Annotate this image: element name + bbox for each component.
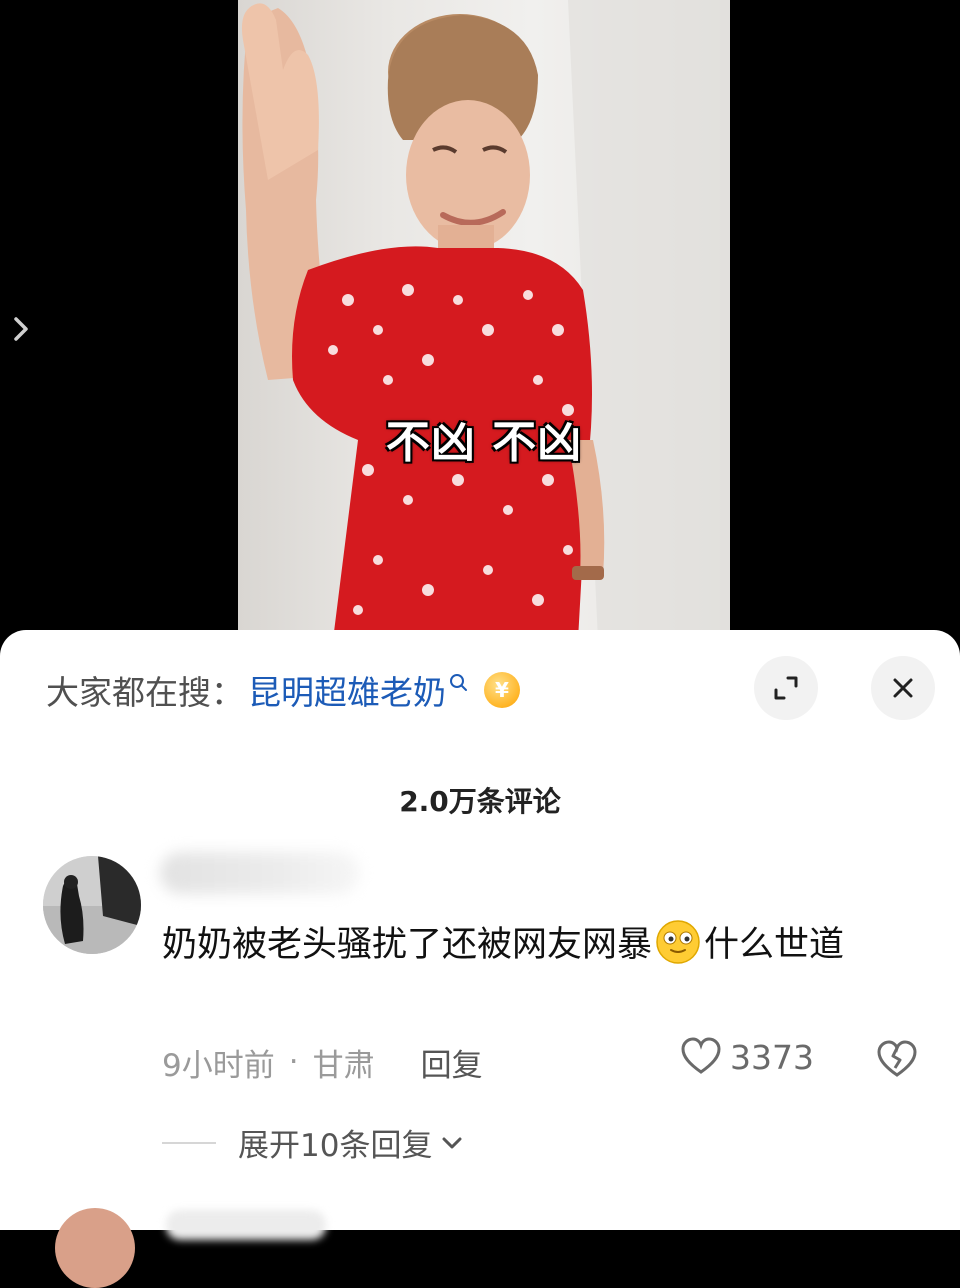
expand-divider [162, 1141, 216, 1144]
chevron-down-icon [442, 1137, 462, 1148]
search-icon [450, 674, 467, 691]
expand-corner-icon [774, 676, 798, 700]
username[interactable] [160, 852, 360, 894]
video-subtitle: 不凶 不凶 [385, 417, 583, 468]
comment-location: 甘肃 [312, 1047, 375, 1084]
chevron-right-icon[interactable] [10, 313, 34, 345]
next-comment-avatar[interactable] [55, 1208, 135, 1288]
expand-replies[interactable]: 展开10条回复 [162, 1120, 466, 1165]
trending-search-term[interactable]: 昆明超雄老奶 [248, 666, 446, 714]
like-button[interactable]: 3373 [680, 1036, 814, 1078]
video-frame[interactable]: 不凶 不凶 [238, 0, 730, 640]
avatar-image [43, 856, 141, 954]
comment-text: 奶奶被老头骚扰了还被网友网暴 什么世道 [162, 918, 902, 973]
comment-meta: 9小时前 · 甘肃 回复 [162, 1040, 483, 1085]
smiley-emoji-icon [656, 920, 700, 964]
comment-text-part1: 奶奶被老头骚扰了还被网友网暴 [162, 925, 653, 965]
expand-replies-label: 展开10条回复 [238, 1128, 433, 1164]
next-comment-username[interactable] [166, 1210, 326, 1240]
heart-icon [681, 1037, 721, 1074]
like-count: 3373 [730, 1037, 814, 1077]
trending-search-prefix: 大家都在搜： [46, 673, 244, 712]
close-icon [893, 678, 913, 698]
close-button[interactable] [871, 656, 935, 720]
comment-time: 9小时前 [162, 1047, 275, 1084]
coin-icon[interactable]: ¥ [484, 672, 520, 708]
meta-separator: · [288, 1044, 299, 1080]
fullscreen-button[interactable] [754, 656, 818, 720]
comment-count: 2.0万条评论 [399, 785, 561, 818]
comment-sheet: 大家都在搜： 昆明超雄老奶 ¥ 2.0万条评论 奶奶被老头骚扰了还被网友网暴 什… [0, 630, 960, 1288]
video-scene [241, 0, 730, 640]
reply-button[interactable]: 回复 [421, 1040, 483, 1085]
trending-search-row[interactable]: 大家都在搜： 昆明超雄老奶 ¥ [46, 670, 520, 712]
comment-text-part2: 什么世道 [704, 925, 845, 965]
broken-heart-icon[interactable] [876, 1038, 918, 1080]
video-player[interactable]: 不凶 不凶 [0, 0, 960, 640]
avatar[interactable] [43, 856, 141, 954]
